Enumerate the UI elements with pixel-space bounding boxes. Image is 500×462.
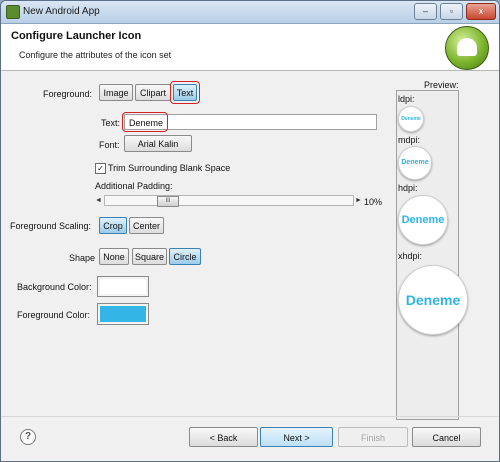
help-icon[interactable]: ? — [20, 429, 36, 445]
foreground-color-label: Foreground Color: — [17, 310, 91, 320]
close-button[interactable]: x — [466, 3, 496, 20]
font-label: Font: — [99, 140, 120, 150]
background-color-fill — [100, 279, 146, 294]
scaling-label: Foreground Scaling: — [10, 221, 92, 231]
preview-xhdpi-label: xhdpi: — [398, 251, 423, 261]
finish-button: Finish — [338, 427, 408, 447]
footer-separator — [1, 416, 499, 417]
trim-label: Trim Surrounding Blank Space — [108, 163, 231, 173]
cancel-button[interactable]: Cancel — [412, 427, 481, 447]
app-icon — [6, 5, 20, 19]
wizard-header: Configure Launcher Icon Configure the at… — [1, 24, 499, 71]
highlight-ring — [122, 112, 168, 132]
preview-mdpi-icon: Deneme — [398, 146, 432, 180]
foreground-image-button[interactable]: Image — [99, 84, 133, 101]
slider-thumb[interactable]: III — [157, 196, 179, 207]
shape-square-button[interactable]: Square — [132, 248, 167, 265]
scaling-center-button[interactable]: Center — [129, 217, 164, 234]
preview-ldpi-icon: Deneme — [398, 106, 424, 132]
preview-hdpi-label: hdpi: — [398, 183, 418, 193]
title-bar: New Android App – ▫ x — [1, 1, 499, 24]
preview-mdpi-label: mdpi: — [398, 135, 421, 145]
foreground-color-swatch[interactable] — [97, 303, 149, 325]
preview-ldpi-label: ldpi: — [398, 94, 415, 104]
padding-value: 10% — [364, 197, 383, 207]
foreground-clipart-button[interactable]: Clipart — [135, 84, 171, 101]
page-title: Configure Launcher Icon — [11, 30, 142, 42]
minimize-button[interactable]: – — [414, 3, 437, 20]
android-logo-icon — [445, 26, 489, 70]
padding-label: Additional Padding: — [95, 181, 173, 191]
shape-none-button[interactable]: None — [99, 248, 129, 265]
font-button[interactable]: Arial Kalin — [124, 135, 192, 152]
preview-hdpi-icon: Deneme — [398, 195, 448, 245]
page-subtitle: Configure the attributes of the icon set — [19, 50, 172, 60]
back-button[interactable]: < Back — [189, 427, 258, 447]
wizard-window: New Android App – ▫ x Configure Launcher… — [0, 0, 500, 462]
slider-left-arrow-icon[interactable]: ◄ — [95, 197, 102, 204]
scaling-crop-button[interactable]: Crop — [99, 217, 127, 234]
next-button[interactable]: Next > — [260, 427, 333, 447]
preview-panel: ldpi: Deneme mdpi: Deneme hdpi: Deneme x… — [396, 90, 468, 420]
highlight-ring — [170, 81, 200, 104]
preview-xhdpi-icon: Deneme — [398, 265, 468, 335]
window-title: New Android App — [23, 6, 100, 17]
foreground-color-fill — [100, 306, 146, 322]
preview-label: Preview: — [424, 80, 459, 90]
slider-right-arrow-icon[interactable]: ► — [355, 197, 362, 204]
trim-checkbox[interactable]: ✓ — [95, 163, 106, 174]
background-color-swatch[interactable] — [97, 276, 149, 297]
maximize-button[interactable]: ▫ — [440, 3, 463, 20]
shape-label: Shape — [69, 253, 96, 263]
foreground-label: Foreground: — [43, 89, 93, 99]
shape-circle-button[interactable]: Circle — [169, 248, 201, 265]
text-label: Text: — [101, 118, 121, 128]
background-color-label: Background Color: — [17, 282, 92, 292]
padding-slider[interactable]: III — [104, 195, 354, 207]
